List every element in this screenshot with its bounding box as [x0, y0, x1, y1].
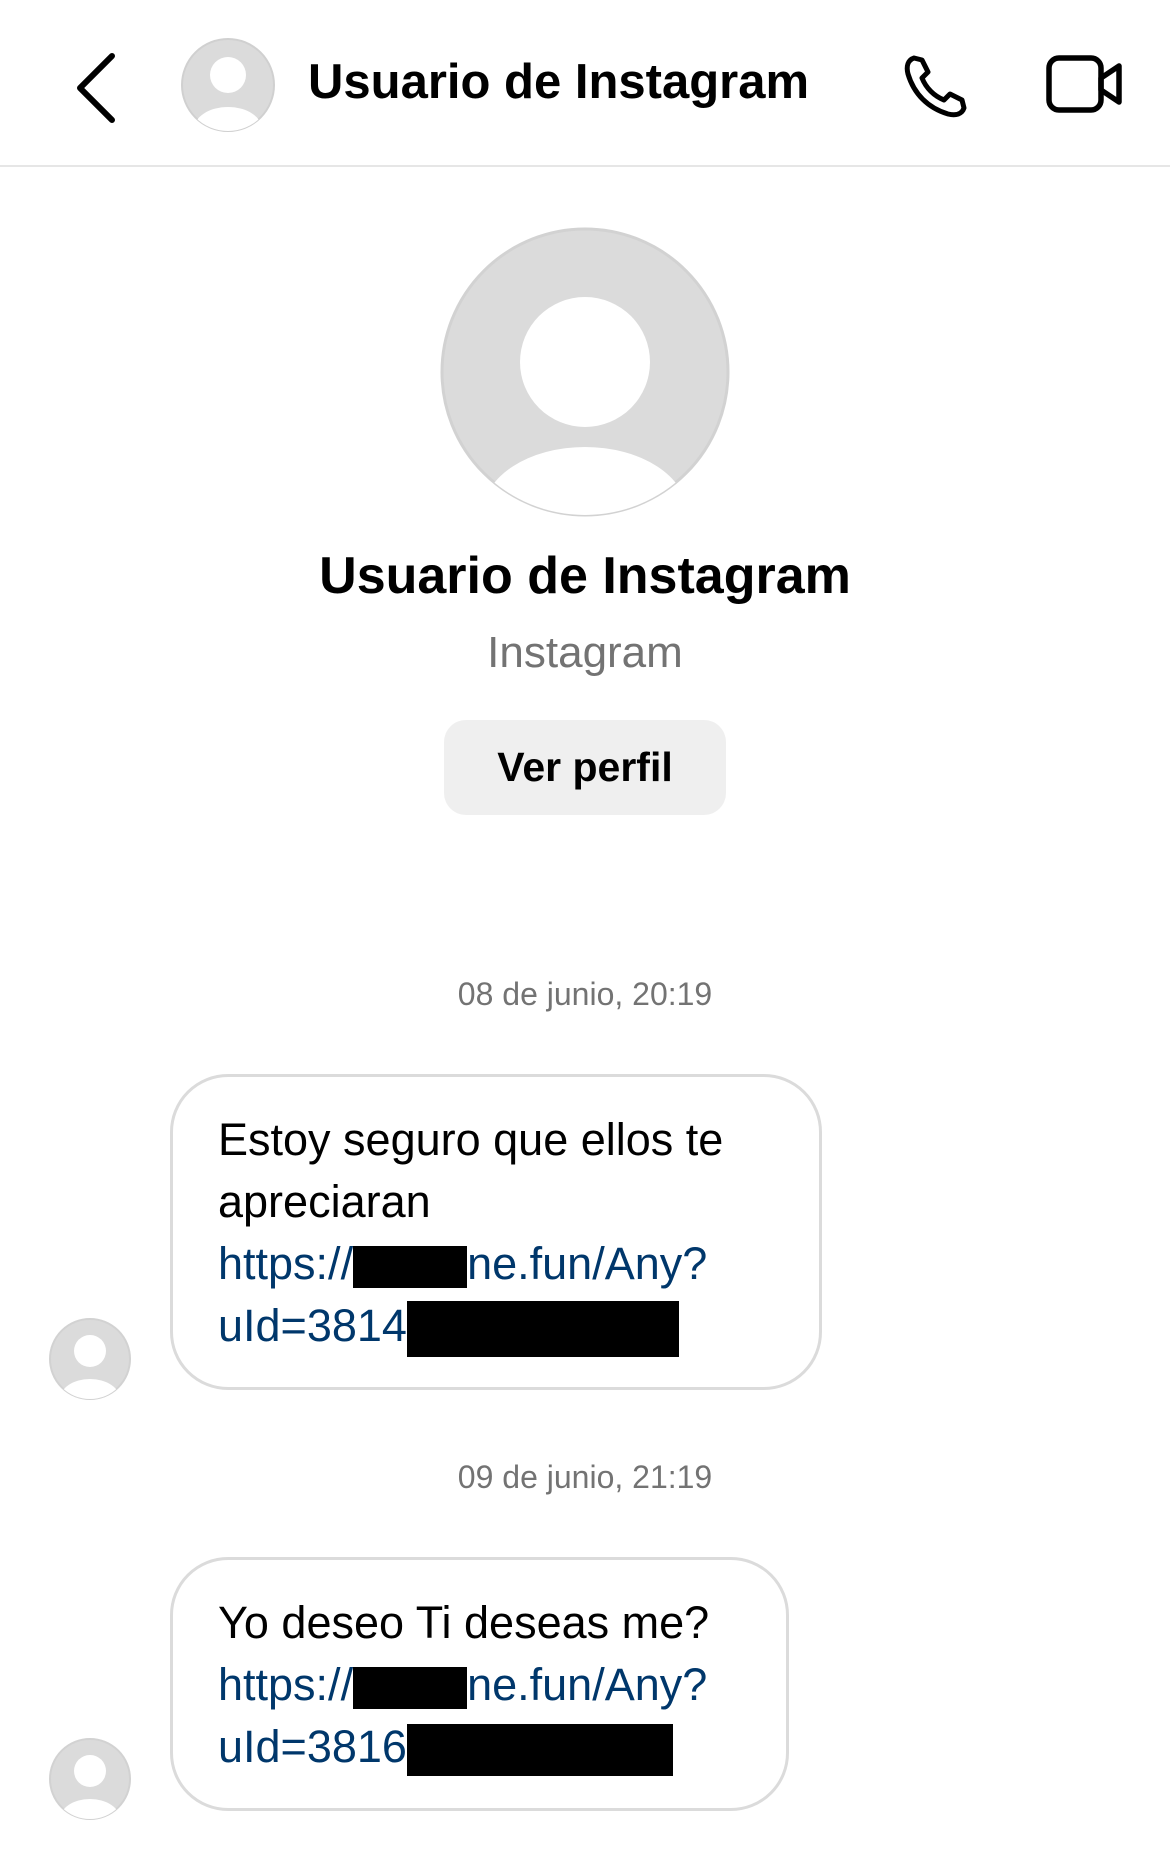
redaction-bar [406, 1724, 673, 1777]
message-bubble[interactable]: Yo deseo Ti deseas me? https:// ne.fun/An… [170, 1557, 789, 1811]
link-part: https:// [218, 1238, 354, 1289]
view-profile-button[interactable]: Ver perfil [444, 720, 726, 815]
message-text: Estoy seguro que ellos te apreciaran [218, 1114, 724, 1227]
link-part: ne.fun/Any? [467, 1238, 708, 1289]
video-camera-icon[interactable] [1045, 52, 1123, 116]
back-chevron-icon[interactable] [70, 48, 130, 128]
message-link[interactable]: https:// ne.fun/Any? uId=3816 [218, 1654, 746, 1778]
header-avatar-icon[interactable] [180, 37, 276, 133]
redaction-bar [353, 1667, 468, 1710]
profile-avatar-icon [440, 227, 730, 517]
link-part: ne.fun/Any? [467, 1659, 708, 1710]
sender-avatar-icon[interactable] [48, 1737, 132, 1821]
link-part: uId=3814 [218, 1300, 407, 1351]
profile-name: Usuario de Instagram [319, 547, 851, 605]
message-link[interactable]: https:// ne.fun/Any? uId=3814 [218, 1233, 779, 1358]
message-bubble[interactable]: Estoy seguro que ellos te apreciaran htt… [170, 1074, 822, 1391]
phone-icon[interactable] [900, 50, 972, 122]
message-timestamp: 08 de junio, 20:19 [457, 976, 713, 1012]
message-text: Yo deseo Ti deseas me? [218, 1597, 710, 1648]
header-title[interactable]: Usuario de Instagram [308, 54, 809, 110]
redaction-bar [406, 1301, 679, 1358]
chat-header: Usuario de Instagram [0, 0, 1170, 167]
redaction-bar [353, 1246, 468, 1289]
profile-subtitle: Instagram [487, 628, 683, 677]
message-timestamp: 09 de junio, 21:19 [457, 1459, 713, 1495]
link-part: uId=3816 [218, 1721, 407, 1772]
link-part: https:// [218, 1659, 354, 1710]
sender-avatar-icon[interactable] [48, 1317, 132, 1401]
